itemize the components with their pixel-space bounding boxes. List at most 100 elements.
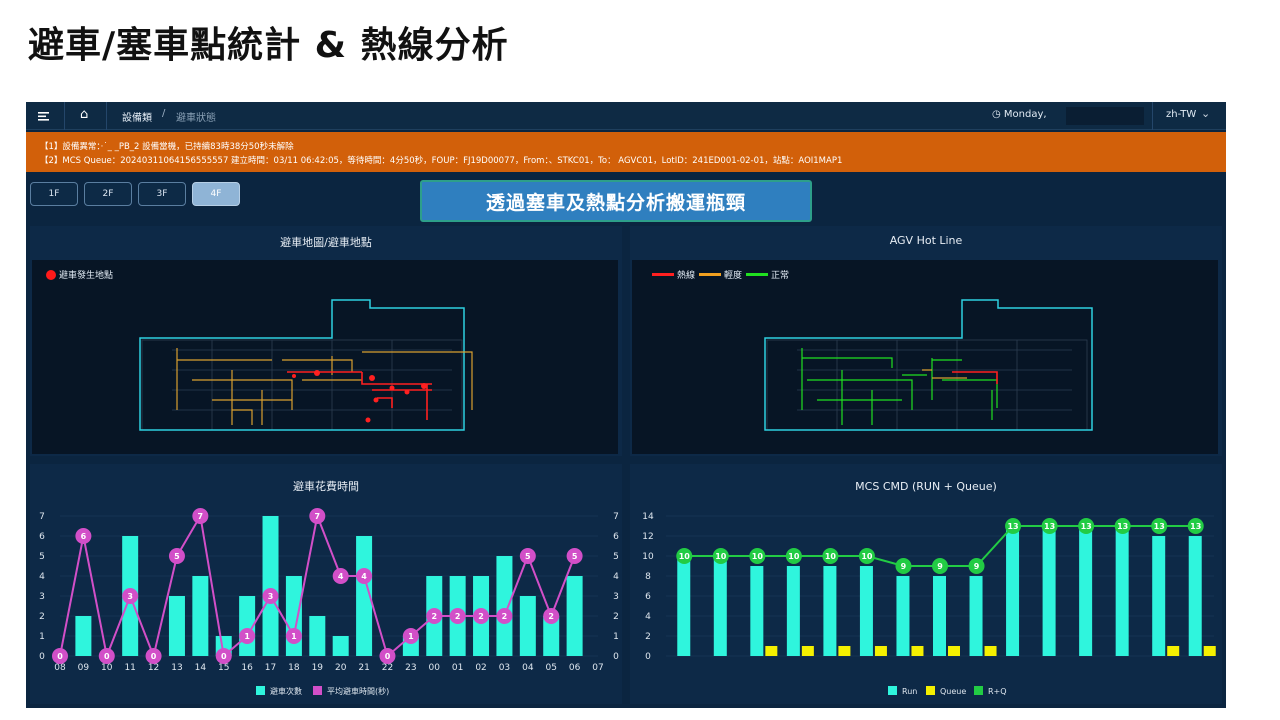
breadcrumb-equipment[interactable]: 設備類 xyxy=(122,109,152,124)
x-tick-label: 03 xyxy=(499,663,510,673)
data-label: 9 xyxy=(901,562,907,571)
x-tick-label: 00 xyxy=(429,663,441,673)
breadcrumb-separator: / xyxy=(162,108,166,119)
legend-swatch-line xyxy=(313,686,322,695)
run-bar xyxy=(1115,526,1129,656)
legend-swatch-rq xyxy=(974,686,983,695)
y-tick-label: 4 xyxy=(645,612,651,622)
run-bar xyxy=(1079,526,1093,656)
data-label: 0 xyxy=(57,652,63,661)
floor-button-1f[interactable]: 1F xyxy=(30,182,78,206)
y-tick-label: 5 xyxy=(39,552,45,562)
run-bar xyxy=(823,566,837,656)
topbar-divider xyxy=(64,102,65,130)
y-tick-label: 2 xyxy=(645,632,651,642)
run-bar xyxy=(750,566,764,656)
x-tick-label: 13 xyxy=(171,663,182,673)
data-label: 10 xyxy=(861,552,873,561)
avoidance-map: 避車發生地點 xyxy=(32,260,618,454)
bar xyxy=(192,576,209,656)
legend-label: 平均避車時間(秒) xyxy=(327,686,389,696)
x-tick-label: 01 xyxy=(452,663,463,673)
x-tick-label: 06 xyxy=(569,663,581,673)
data-label: 4 xyxy=(338,572,344,581)
y-tick-label: 8 xyxy=(645,572,651,582)
data-label: 9 xyxy=(974,562,980,571)
queue-bar xyxy=(1203,646,1216,656)
x-tick-label: 07 xyxy=(592,663,603,673)
legend-swatch-bar xyxy=(256,686,265,695)
app-window: ⌂ 設備類 / 避車狀態 ◷ Monday, zh-TW ⌄ 【1】設備異常：·… xyxy=(26,102,1226,708)
data-label: 9 xyxy=(937,562,943,571)
data-label: 0 xyxy=(104,652,110,661)
data-label: 5 xyxy=(572,552,578,561)
y2-tick-label: 4 xyxy=(613,572,619,582)
legend-label: Queue xyxy=(940,687,966,696)
data-label: 13 xyxy=(1190,522,1201,531)
y-tick-label: 3 xyxy=(39,592,45,602)
queue-bar xyxy=(1167,646,1180,656)
bar xyxy=(262,516,279,656)
clock-icon: ◷ xyxy=(992,109,1001,120)
data-label: 13 xyxy=(1154,522,1165,531)
data-label: 7 xyxy=(315,512,321,521)
slide-title: 避車/塞車點統計 & 熱線分析 xyxy=(28,25,509,66)
legend-label: 避車次數 xyxy=(270,686,302,696)
x-tick-label: 19 xyxy=(312,663,324,673)
data-label: 1 xyxy=(244,632,250,641)
topbar-divider xyxy=(1152,102,1153,130)
data-label: 3 xyxy=(127,592,133,601)
data-label: 13 xyxy=(1007,522,1018,531)
redacted-field xyxy=(1066,107,1144,125)
run-bar xyxy=(933,576,946,656)
x-tick-label: 15 xyxy=(218,663,229,673)
x-tick-label: 10 xyxy=(101,663,113,673)
data-label: 0 xyxy=(385,652,391,661)
chart-title: MCS CMD (RUN + Queue) xyxy=(855,480,997,493)
alert-bar: 【1】設備異常：·˙_ _PB_2 設備當機，已持續83時38分50秒未解除 【… xyxy=(26,132,1226,172)
breadcrumb-current: 避車狀態 xyxy=(176,113,216,124)
legend-label: Run xyxy=(902,687,917,696)
hotline-panel: AGV Hot Line 熱線 輕度 正常 xyxy=(630,226,1222,456)
panel-title: 避車地圖/避車地點 xyxy=(280,236,372,249)
x-tick-label: 22 xyxy=(382,663,393,673)
y-tick-label: 14 xyxy=(642,512,654,522)
x-tick-label: 09 xyxy=(78,663,90,673)
y2-tick-label: 7 xyxy=(613,512,619,522)
x-tick-label: 18 xyxy=(288,663,300,673)
data-label: 1 xyxy=(291,632,297,641)
panel-title: AGV Hot Line xyxy=(889,234,963,247)
queue-bar xyxy=(838,646,851,656)
data-label: 6 xyxy=(81,532,87,541)
queue-bar xyxy=(948,646,960,656)
chevron-down-icon[interactable]: ⌄ xyxy=(1201,107,1210,120)
run-bar xyxy=(1152,536,1166,656)
data-label: 2 xyxy=(548,612,554,621)
callout-banner: 透過塞車及熱點分析搬運瓶頸 xyxy=(420,180,812,222)
language-selector[interactable]: zh-TW xyxy=(1166,109,1196,120)
queue-bar xyxy=(874,646,887,656)
menu-icon[interactable] xyxy=(36,108,52,124)
y-tick-label: 12 xyxy=(642,532,653,542)
bar xyxy=(309,616,326,656)
x-tick-label: 04 xyxy=(522,663,534,673)
floor-button-2f[interactable]: 2F xyxy=(84,182,132,206)
legend-swatch-run xyxy=(888,686,897,695)
run-bar xyxy=(786,566,800,656)
clock-display: ◷ Monday, xyxy=(992,109,1047,120)
y2-tick-label: 1 xyxy=(613,632,619,642)
x-tick-label: 08 xyxy=(54,663,66,673)
legend-label: R+Q xyxy=(988,687,1007,696)
floor-button-4f[interactable]: 4F xyxy=(192,182,240,206)
run-bar xyxy=(713,556,727,656)
bar xyxy=(168,596,185,656)
run-bar xyxy=(1188,536,1202,656)
floor-button-3f[interactable]: 3F xyxy=(138,182,186,206)
y-tick-label: 0 xyxy=(39,652,45,662)
data-label: 10 xyxy=(715,552,727,561)
home-icon[interactable]: ⌂ xyxy=(80,107,88,122)
data-label: 13 xyxy=(1044,522,1055,531)
bar xyxy=(332,636,349,656)
bar xyxy=(566,576,583,656)
data-label: 2 xyxy=(455,612,461,621)
